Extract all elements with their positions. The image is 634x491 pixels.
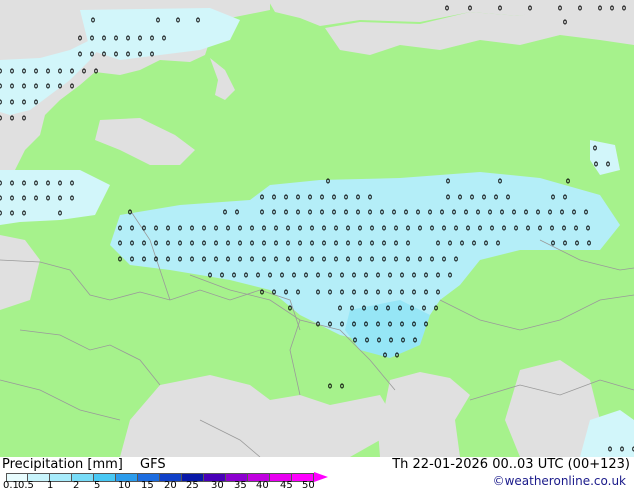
border-line <box>19 329 161 386</box>
precip-east-patch <box>590 140 620 175</box>
caspian-sea <box>378 372 470 457</box>
precip-marker <box>566 178 570 184</box>
precip-marker <box>434 305 438 311</box>
border-line <box>439 294 634 331</box>
border-line <box>0 379 121 421</box>
legend-overflow-arrow <box>314 472 328 482</box>
gulf-of-finland <box>95 118 195 165</box>
precip-marker <box>328 383 332 389</box>
model-name: GFS <box>140 457 166 472</box>
lake-ladoga <box>210 58 235 100</box>
precipitation-map <box>0 0 634 457</box>
precip-west <box>0 170 110 225</box>
legend-title: Precipitation [mm] <box>2 457 123 472</box>
precip-marker <box>118 256 122 262</box>
map-canvas <box>0 0 634 457</box>
valid-time: Th 22-01-2026 00..03 UTC (00+123) <box>392 457 630 472</box>
precip-core <box>345 300 430 358</box>
credit-link[interactable]: ©weatheronline.co.uk <box>493 474 626 488</box>
legend-footer: Precipitation [mm] GFS Th 22-01-2026 00.… <box>0 457 634 491</box>
precip-marker <box>340 383 344 389</box>
border-line <box>289 319 301 396</box>
west-edge-water <box>0 235 40 310</box>
black-sea <box>120 375 395 457</box>
